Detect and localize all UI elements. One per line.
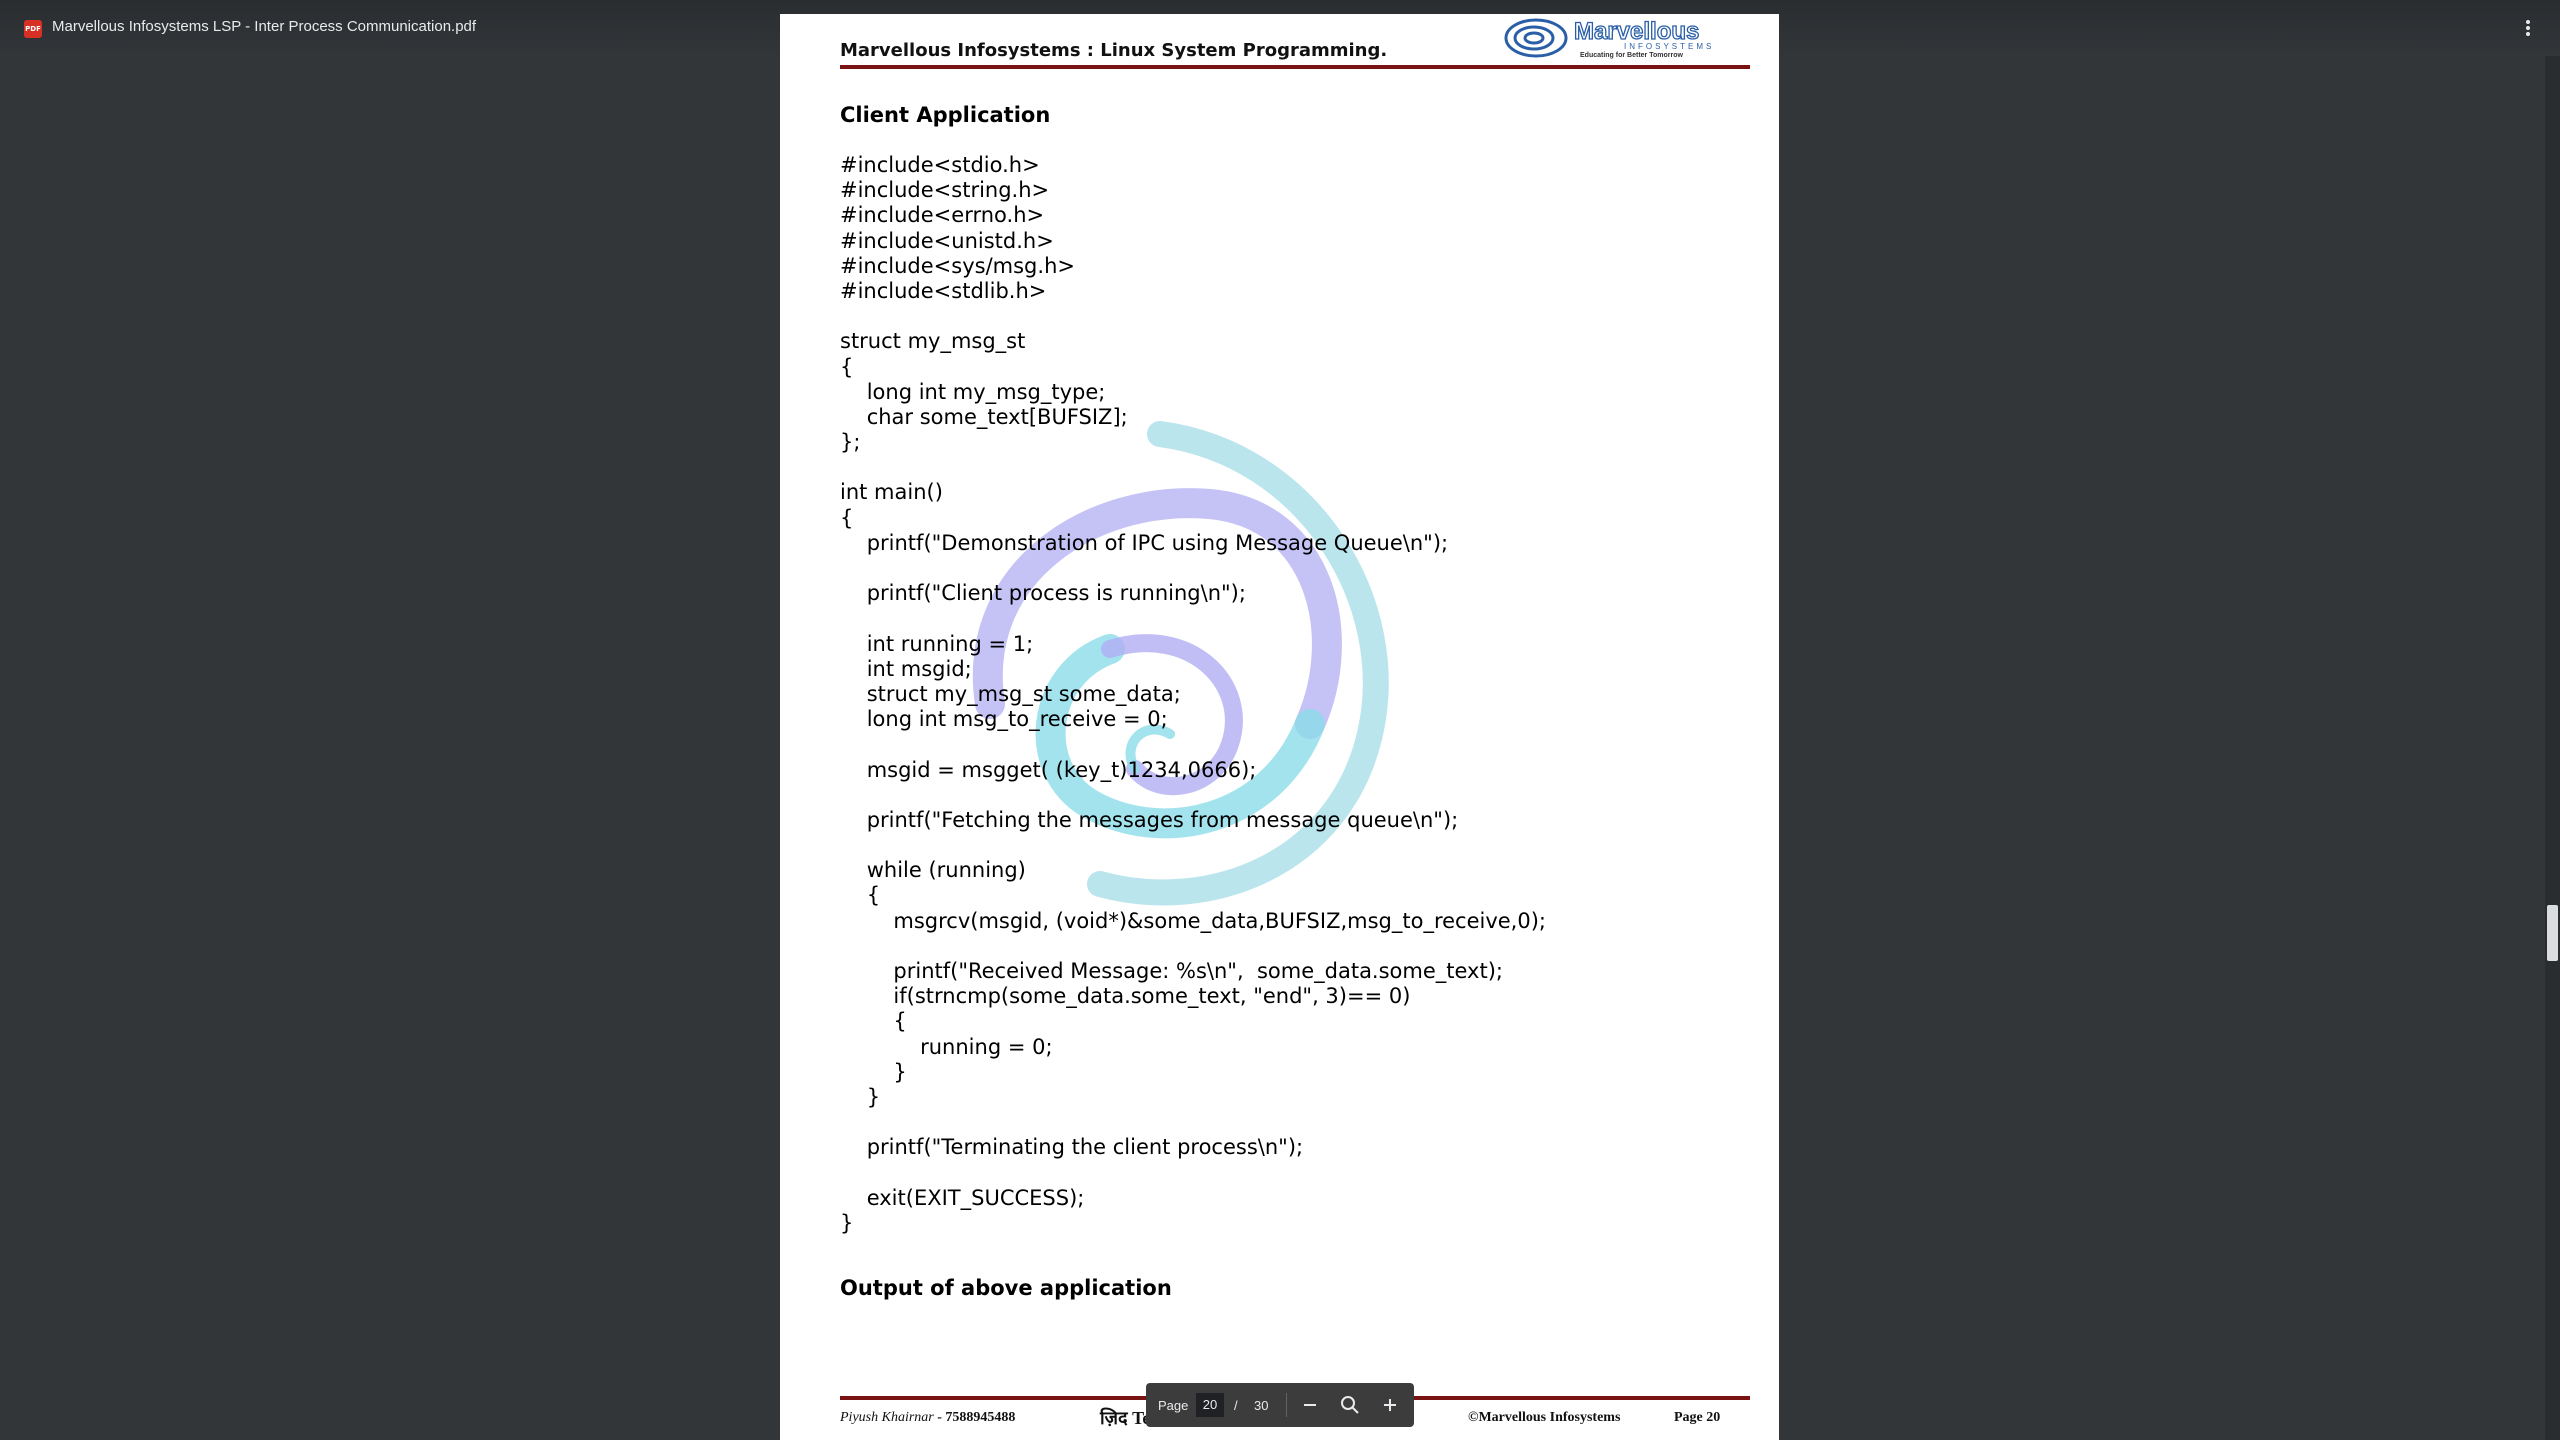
plus-icon — [1384, 1399, 1396, 1411]
zoom-fit-button[interactable] — [1336, 1391, 1364, 1419]
scrollbar-track[interactable] — [2545, 56, 2560, 1440]
code-line: if(strncmp(some_data.some_text, "end", 3… — [840, 984, 1411, 1009]
total-pages: 30 — [1254, 1398, 1269, 1413]
toolbar-page-label: Page — [1158, 1398, 1189, 1413]
page-separator: / — [1234, 1398, 1238, 1413]
current-page-input[interactable]: 20 — [1196, 1393, 1224, 1417]
header-rule — [840, 65, 1750, 69]
zoom-in-button[interactable] — [1376, 1391, 1404, 1419]
code-line: printf("Client process is running\n"); — [840, 581, 1246, 606]
scrollbar-thumb[interactable] — [2547, 905, 2558, 961]
footer-phone: - 7588945488 — [933, 1410, 1016, 1425]
page-header-title: Marvellous Infosystems : Linux System Pr… — [840, 40, 1388, 61]
code-line: #include<stdio.h> — [840, 153, 1040, 177]
code-line: printf("Fetching the messages from messa… — [840, 807, 1459, 832]
code-line: struct my_msg_st some_data; — [840, 681, 1181, 706]
footer-author: Piyush Khairnar — [840, 1410, 934, 1425]
page-toolbar: Page 20 / 30 — [1146, 1383, 1414, 1427]
zoom-out-button[interactable] — [1296, 1391, 1324, 1419]
code-line: int running = 1; — [840, 631, 1034, 656]
code-line: printf("Received Message: %s\n", some_da… — [840, 959, 1503, 983]
code-line: int msgid; — [840, 656, 972, 681]
marvellous-logo: Marvellous INFOSYSTEMS Educating for Bet… — [1504, 17, 1714, 59]
section-heading: Client Application — [840, 103, 1051, 127]
code-line: { — [840, 505, 854, 530]
footer-author-line: Piyush Khairnar - 7588945488 — [840, 1410, 1015, 1426]
code-line: { — [840, 354, 854, 379]
logo-tag: INFOSYSTEMS — [1624, 42, 1714, 51]
code-line: } — [840, 1210, 854, 1235]
zoom-fit-icon — [1341, 1396, 1359, 1414]
output-heading: Output of above application — [840, 1276, 1172, 1300]
code-line: int main() — [840, 480, 943, 505]
toolbar-divider — [1286, 1393, 1287, 1417]
code-line: { — [840, 883, 881, 908]
code-line: }; — [840, 430, 861, 455]
logo-slogan: Educating for Better Tomorrow — [1580, 52, 1683, 59]
code-line: struct my_msg_st — [840, 329, 1026, 354]
code-line: } — [840, 1084, 881, 1109]
code-line: } — [840, 1059, 907, 1084]
code-line: long int my_msg_type; — [840, 379, 1106, 404]
footer-page-number: Page 20 — [1674, 1410, 1721, 1425]
code-line: printf("Demonstration of IPC using Messa… — [840, 530, 1449, 555]
code-line: { — [840, 1009, 907, 1034]
more-options-icon[interactable] — [2516, 14, 2540, 42]
document-title: Marvellous Infosystems LSP - Inter Proce… — [52, 18, 477, 35]
code-line: #include<sys/msg.h> — [840, 253, 1075, 278]
code-line: #include<errno.h> — [840, 203, 1045, 228]
code-line: #include<unistd.h> — [840, 228, 1054, 253]
code-line: char some_text[BUFSIZ]; — [840, 404, 1128, 429]
code-line: running = 0; — [840, 1034, 1053, 1059]
footer-copyright: ©Marvellous Infosystems — [1468, 1410, 1621, 1425]
code-line: #include<stdlib.h> — [840, 278, 1047, 303]
code-line: msgid = msgget( (key_t)1234,0666); — [840, 757, 1257, 782]
code-line: msgrcv(msgid, (void*)&some_data,BUFSIZ,m… — [840, 908, 1546, 933]
code-line: while (running) — [840, 858, 1026, 883]
pdf-icon: PDF — [24, 20, 42, 38]
code-line: #include<string.h> — [840, 178, 1050, 203]
code-block: #include<stdio.h> #include<string.h> #incl… — [840, 153, 1546, 1236]
code-line: long int msg_to_receive = 0; — [840, 707, 1168, 732]
code-line: printf("Terminating the client process\n… — [840, 1135, 1304, 1160]
pdf-page: Marvellous Infosystems : Linux System Pr… — [780, 14, 1779, 1440]
code-line: exit(EXIT_SUCCESS); — [840, 1185, 1085, 1210]
logo-name: Marvellous — [1574, 18, 1699, 45]
